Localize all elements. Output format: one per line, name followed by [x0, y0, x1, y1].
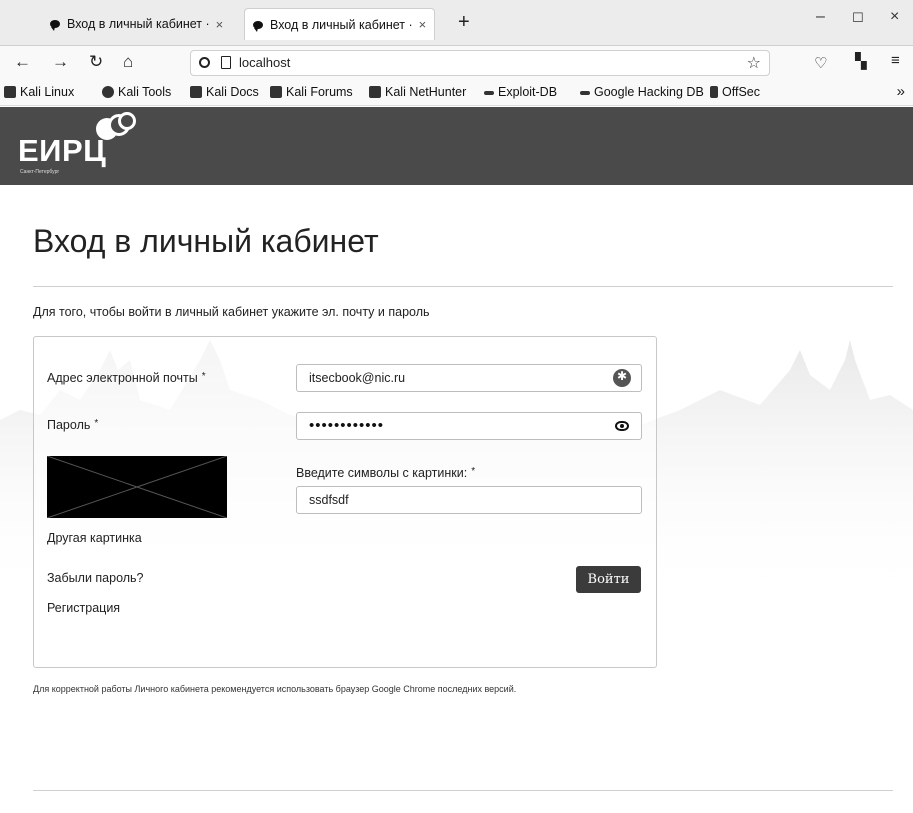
- url-text: localhost: [239, 55, 291, 70]
- pocket-icon[interactable]: ♡: [814, 54, 827, 72]
- captcha-value: ssdfsdf: [309, 493, 349, 507]
- logo-subtitle: Санкт-Петербург: [20, 169, 60, 175]
- intro-text: Для того, чтобы войти в личный кабинет у…: [33, 305, 430, 319]
- kali-dragon-icon: [4, 86, 16, 98]
- more-bookmarks-icon[interactable]: »: [897, 83, 905, 100]
- shield-icon: [199, 57, 210, 68]
- browser-tab-1[interactable]: Вход в личный кабинет · ×: [42, 8, 231, 40]
- bookmark-kali-docs[interactable]: Kali Docs: [190, 85, 259, 99]
- login-button[interactable]: Войти: [576, 566, 641, 593]
- docs-icon: [190, 86, 202, 98]
- exploit-db-icon: [484, 91, 494, 95]
- title-divider: [33, 286, 893, 287]
- new-tab-button[interactable]: +: [458, 11, 470, 34]
- bookmarks-bar: Kali Linux Kali Tools Kali Docs Kali For…: [0, 80, 913, 106]
- forgot-password-link[interactable]: Забыли пароль?: [47, 571, 144, 585]
- ghdb-icon: [580, 91, 590, 95]
- password-manager-icon[interactable]: [613, 369, 631, 387]
- captcha-label: Введите символы с картинки: *: [296, 466, 476, 480]
- site-logo[interactable]: ЕИРЦ: [18, 133, 106, 169]
- browser-navbar: ← → ↻ ⌂ localhost ☆ ♡ ▚ ≡: [0, 46, 913, 80]
- browser-tabbar: Вход в личный кабинет · × Вход в личный …: [0, 0, 913, 46]
- chat-bubble-icon: [50, 20, 60, 31]
- address-bar[interactable]: localhost ☆: [190, 50, 770, 76]
- maximize-icon[interactable]: ☐: [852, 10, 864, 26]
- offsec-icon: [710, 86, 718, 98]
- site-header: ЕИРЦ Санкт-Петербург: [0, 107, 913, 185]
- nethunter-icon: [369, 86, 381, 98]
- logo-bubbles-icon: [96, 112, 136, 144]
- footer-divider: [33, 790, 893, 791]
- menu-icon[interactable]: ≡: [891, 52, 900, 69]
- extensions-icon[interactable]: ▚: [855, 52, 867, 70]
- reload-icon[interactable]: ↻: [89, 52, 103, 72]
- other-image-link[interactable]: Другая картинка: [47, 531, 142, 545]
- minimize-icon[interactable]: –: [816, 8, 825, 26]
- eye-icon[interactable]: [615, 421, 629, 431]
- email-value: itsecbook@nic.ru: [309, 371, 406, 385]
- close-icon[interactable]: ×: [419, 17, 427, 32]
- back-icon[interactable]: ←: [14, 52, 31, 72]
- bookmark-google-hacking-db[interactable]: Google Hacking DB: [580, 85, 704, 99]
- tab-title: Вход в личный кабинет ·: [67, 17, 210, 31]
- home-icon[interactable]: ⌂: [123, 52, 133, 72]
- browser-recommendation-note: Для корректной работы Личного кабинета р…: [33, 684, 517, 694]
- bookmark-kali-forums[interactable]: Kali Forums: [270, 85, 353, 99]
- bookmark-exploit-db[interactable]: Exploit-DB: [484, 85, 557, 99]
- email-field[interactable]: itsecbook@nic.ru: [296, 364, 642, 392]
- email-label: Адрес электронной почты *: [47, 371, 206, 385]
- tools-icon: [102, 86, 114, 98]
- close-window-icon[interactable]: ×: [890, 8, 899, 26]
- tab-title: Вход в личный кабинет ·: [270, 17, 413, 32]
- captcha-image: [47, 456, 227, 518]
- captcha-input[interactable]: ssdfsdf: [296, 486, 642, 514]
- bookmark-kali-nethunter[interactable]: Kali NetHunter: [369, 85, 466, 99]
- password-field[interactable]: ••••••••••••: [296, 412, 642, 440]
- page-icon: [221, 56, 231, 69]
- page-title: Вход в личный кабинет: [33, 223, 379, 259]
- bookmark-kali-linux[interactable]: Kali Linux: [4, 85, 74, 99]
- register-link[interactable]: Регистрация: [47, 601, 120, 615]
- bookmark-offsec[interactable]: OffSec: [710, 85, 760, 99]
- bookmark-kali-tools[interactable]: Kali Tools: [102, 85, 171, 99]
- close-icon[interactable]: ×: [216, 17, 224, 32]
- password-label: Пароль *: [47, 418, 99, 432]
- bookmark-star-icon[interactable]: ☆: [747, 53, 761, 73]
- password-value: ••••••••••••: [309, 417, 385, 434]
- forums-icon: [270, 86, 282, 98]
- chat-bubble-icon: [253, 20, 263, 32]
- forward-icon[interactable]: →: [52, 52, 69, 72]
- browser-tab-2[interactable]: Вход в личный кабинет · ×: [244, 8, 436, 40]
